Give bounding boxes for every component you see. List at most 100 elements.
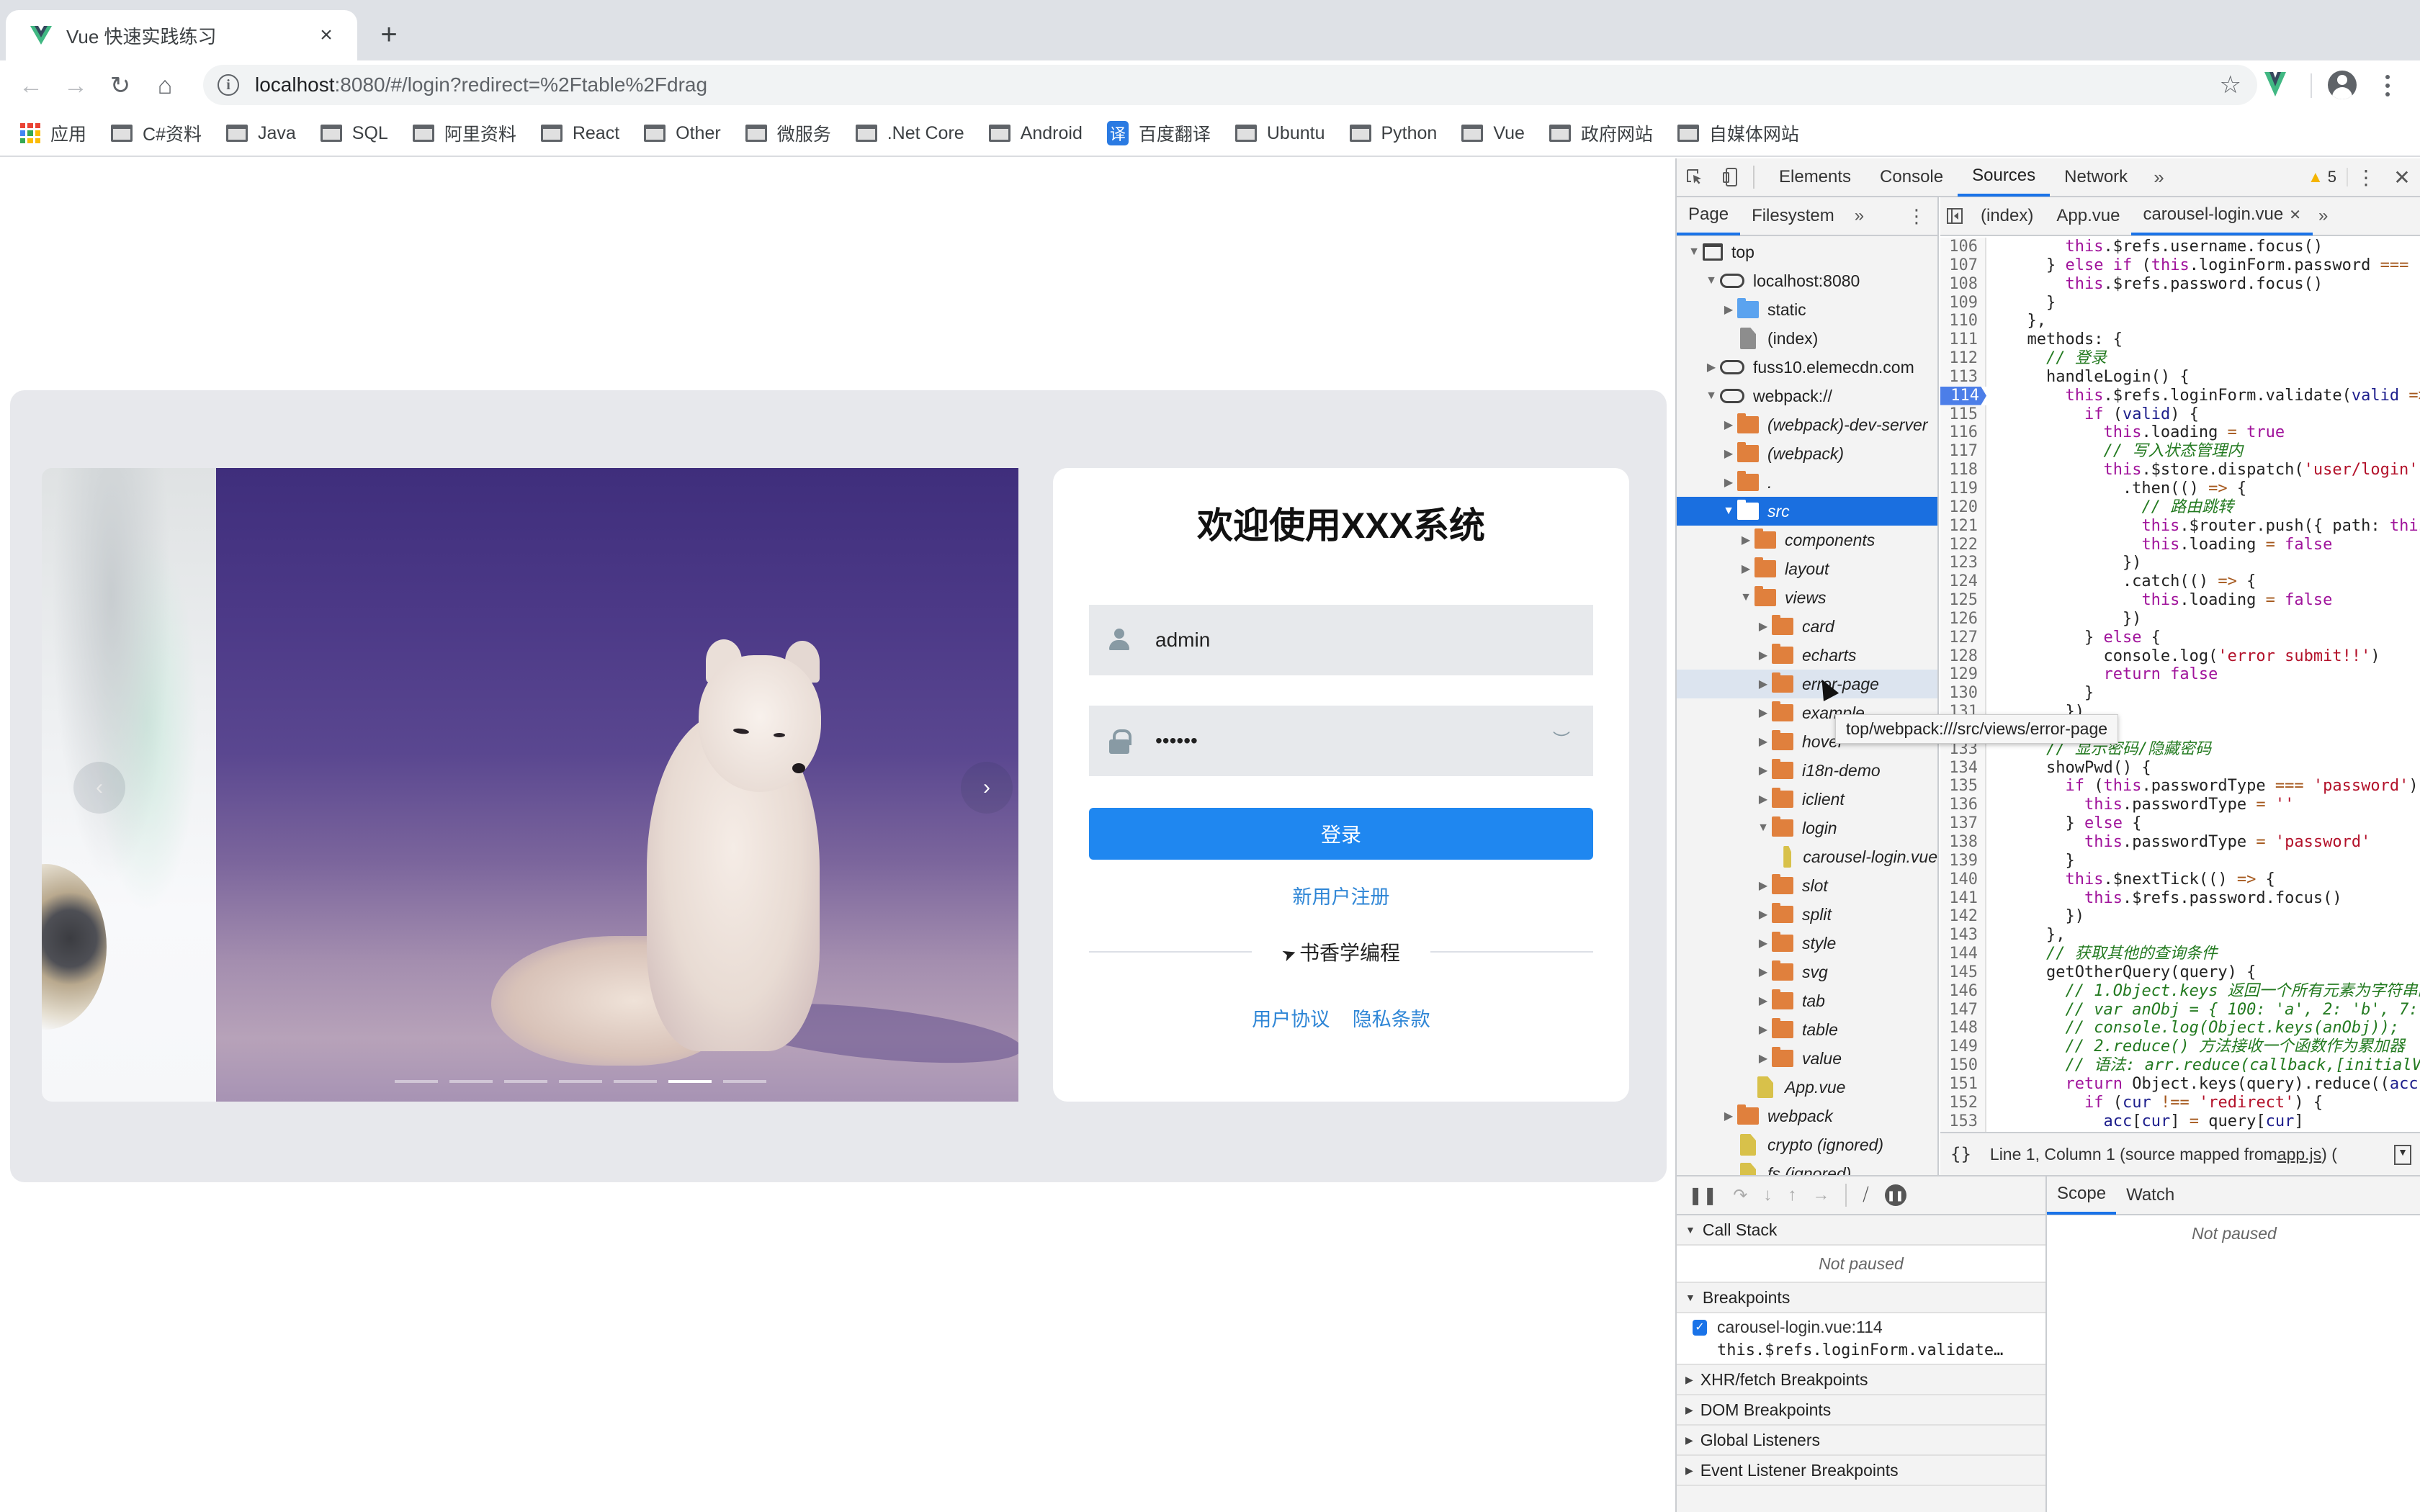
line-number[interactable]: 118 [1940,461,1986,480]
step-out-icon[interactable]: ↑ [1788,1185,1796,1205]
collapsed-arrow-icon[interactable]: ▶ [1754,648,1772,662]
editor-tab[interactable]: App.vue [2045,197,2131,235]
password-input[interactable] [1155,729,1550,752]
expanded-arrow-icon[interactable]: ▼ [1703,390,1720,402]
more-tabs-icon[interactable]: » [2142,166,2175,189]
line-number[interactable]: 116 [1940,423,1986,443]
tab-scope[interactable]: Scope [2047,1176,2117,1215]
bookmark-item[interactable]: 政府网站 [1549,120,1653,146]
collapsed-arrow-icon[interactable]: ▶ [1754,763,1772,778]
debugger-section-header[interactable]: ▶ Event Listener Breakpoints [1677,1456,2045,1486]
line-number[interactable]: 129 [1940,665,1986,685]
line-number[interactable]: 122 [1940,535,1986,554]
tree-item[interactable]: ▶ svg [1677,958,1937,986]
line-number[interactable]: 130 [1940,684,1986,703]
line-number[interactable]: 106 [1940,238,1986,256]
carousel-indicator[interactable] [668,1080,712,1083]
carousel-prev-button[interactable]: ‹ [73,762,125,814]
bookmark-item[interactable]: 自媒体网站 [1677,120,1799,146]
expanded-arrow-icon[interactable]: ▼ [1754,822,1772,834]
tree-item[interactable]: ▶ split [1677,900,1937,929]
tree-item[interactable]: ▶ card [1677,612,1937,641]
pretty-print-icon[interactable]: {} [1950,1144,1971,1164]
line-number[interactable]: 140 [1940,870,1986,889]
collapsed-arrow-icon[interactable]: ▶ [1754,706,1772,720]
tree-item[interactable]: crypto (ignored) [1677,1130,1937,1159]
line-number[interactable]: 107 [1940,256,1986,275]
bookmark-item[interactable]: C#资料 [111,120,202,146]
step-over-icon[interactable]: ↷ [1733,1185,1747,1206]
pause-icon[interactable]: ❚❚ [1688,1185,1717,1206]
line-number[interactable]: 125 [1940,591,1986,610]
tree-item[interactable]: ▼ src [1677,497,1937,526]
bookmark-item[interactable]: Java [225,123,296,144]
password-field[interactable]: ︶ [1089,706,1593,776]
tree-item[interactable]: fs (ignored) [1677,1159,1937,1175]
line-number[interactable]: 138 [1940,833,1986,852]
forward-button[interactable]: → [53,63,98,108]
breakpoint-item[interactable]: ✓ carousel-login.vue:114 this.$refs.login… [1677,1313,2045,1364]
source-map-link[interactable]: app.js [2277,1145,2321,1164]
step-icon[interactable]: → [1812,1185,1829,1205]
eye-closed-icon[interactable]: ︶ [1550,732,1573,750]
tree-item[interactable]: ▼ webpack:// [1677,382,1937,410]
tree-item[interactable]: ▶ (webpack) [1677,439,1937,468]
close-editor-tab-icon[interactable]: ✕ [2289,207,2301,223]
navigator-menu-icon[interactable]: ⋮ [1907,205,1937,228]
expanded-arrow-icon[interactable]: ▼ [1737,591,1754,604]
more-editor-tabs-icon[interactable]: » [2313,206,2334,226]
warnings-badge[interactable]: ▲ 5 [2308,168,2348,186]
tree-item[interactable]: ▶ error-page [1677,670,1937,698]
line-number[interactable]: 108 [1940,274,1986,294]
tree-item[interactable]: ▶ i18n-demo [1677,756,1937,785]
line-number[interactable]: 141 [1940,888,1986,908]
pause-on-exceptions-icon[interactable]: ❚❚ [1884,1184,1906,1206]
carousel-indicator[interactable] [395,1080,438,1083]
bookmark-item[interactable]: SQL [320,123,388,144]
browser-menu-icon[interactable] [2377,71,2398,101]
carousel-next-button[interactable]: › [961,762,1013,814]
line-number[interactable]: 113 [1940,367,1986,387]
tree-item[interactable]: ▶ (webpack)-dev-server [1677,410,1937,439]
bookmark-item[interactable]: 译百度翻译 [1106,120,1211,146]
line-number[interactable]: 135 [1940,777,1986,796]
image-carousel[interactable]: ‹ › [42,468,1018,1102]
coverage-toggle-icon[interactable]: ▼ [2394,1145,2411,1165]
line-number[interactable]: 110 [1940,312,1986,331]
close-tab-icon[interactable]: × [314,23,339,48]
site-info-icon[interactable]: i [218,74,239,96]
collapsed-arrow-icon[interactable]: ▶ [1754,734,1772,749]
line-number[interactable]: 115 [1940,405,1986,424]
breakpoint-marker[interactable]: 114 [1940,386,1986,405]
tree-item[interactable]: ▼ localhost:8080 [1677,266,1937,295]
vue-devtools-extension-icon[interactable] [2264,72,2286,96]
tree-item[interactable]: ▶ components [1677,526,1937,554]
tree-item[interactable]: ▶ iclient [1677,785,1937,814]
line-number[interactable]: 143 [1940,926,1986,945]
privacy-link[interactable]: 隐私条款 [1353,1009,1430,1030]
collapsed-arrow-icon[interactable]: ▶ [1720,475,1737,490]
tab-filesystem[interactable]: Filesystem [1740,197,1846,235]
user-agreement-link[interactable]: 用户协议 [1252,1009,1330,1030]
device-toolbar-icon[interactable] [1713,158,1749,197]
collapsed-arrow-icon[interactable]: ▶ [1720,1109,1737,1123]
line-number[interactable]: 119 [1940,479,1986,498]
bookmark-item[interactable]: 阿里资料 [412,120,516,146]
collapsed-arrow-icon[interactable]: ▶ [1754,936,1772,950]
line-number[interactable]: 144 [1940,945,1986,963]
browser-tab[interactable]: Vue 快速实践练习 × [6,10,357,60]
collapsed-arrow-icon[interactable]: ▶ [1737,562,1754,576]
tree-item[interactable]: ▼ login [1677,814,1937,842]
line-number[interactable]: 126 [1940,609,1986,629]
line-number[interactable]: 149 [1940,1038,1986,1057]
line-number[interactable]: 128 [1940,647,1986,666]
bookmark-star-icon[interactable]: ☆ [2220,71,2241,99]
collapsed-arrow-icon[interactable]: ▶ [1703,360,1720,374]
line-number[interactable]: 145 [1940,963,1986,982]
collapsed-arrow-icon[interactable]: ▶ [1754,619,1772,634]
step-into-icon[interactable]: ↓ [1763,1185,1772,1205]
username-field[interactable] [1089,605,1593,675]
line-number[interactable]: 127 [1940,628,1986,647]
home-button[interactable]: ⌂ [143,63,187,108]
bookmark-item[interactable]: .Net Core [855,123,964,144]
